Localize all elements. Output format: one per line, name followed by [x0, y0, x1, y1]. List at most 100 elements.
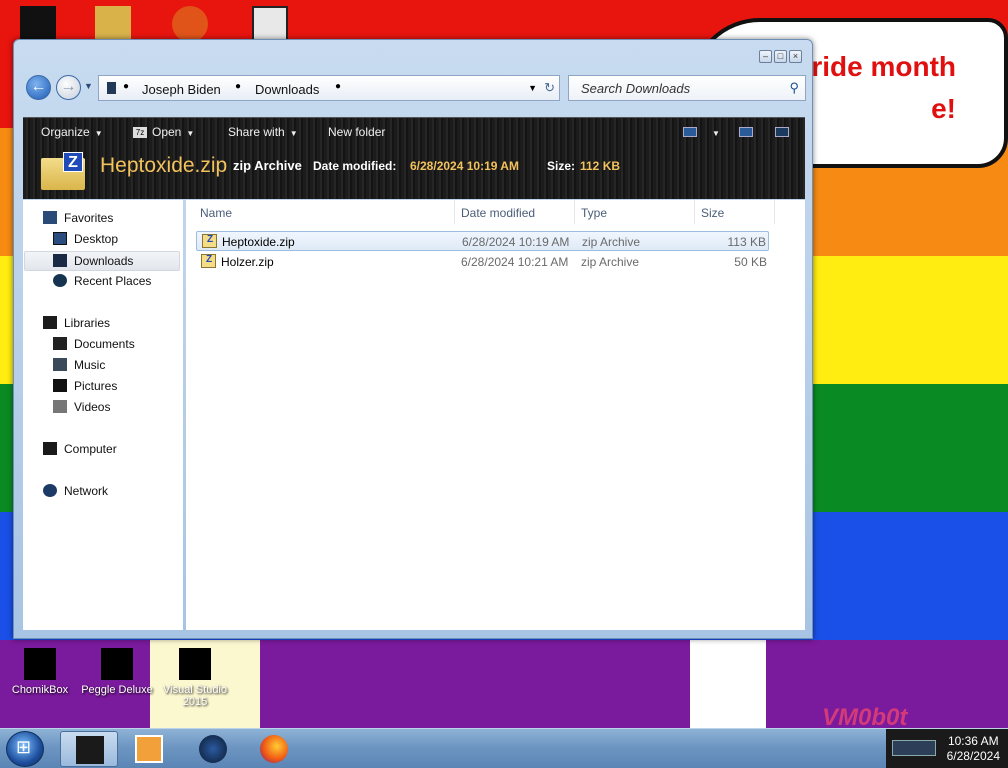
nav-videos[interactable]: Videos [53, 400, 110, 420]
taskbar-app-button[interactable] [184, 731, 242, 767]
nav-label: Libraries [64, 316, 111, 330]
desktop-icon-top[interactable] [252, 6, 288, 42]
nav-favorites[interactable]: Favorites [43, 211, 113, 231]
recent-pages-dropdown[interactable]: ▼ [84, 81, 93, 91]
file-row[interactable]: Holzer.zip 6/28/2024 10:21 AM zip Archiv… [196, 252, 769, 272]
nav-documents[interactable]: Documents [53, 337, 135, 357]
file-name: Heptoxide.zip [222, 235, 295, 249]
column-divider[interactable] [574, 200, 575, 224]
network-device-icon[interactable] [892, 740, 936, 756]
explorer-window[interactable]: – □ × ← → ▼ ● Joseph Biden ● Downloads ●… [13, 39, 813, 639]
explorer-icon [76, 736, 104, 764]
breadcrumb-user[interactable]: Joseph Biden [142, 82, 221, 97]
desktop-icon-chomikbox[interactable]: ChomikBox [0, 648, 80, 696]
recent-places-icon [53, 274, 67, 287]
file-size: 113 KB [727, 235, 766, 249]
nav-label: Network [64, 484, 109, 498]
organize-menu[interactable]: Organize ▼ [41, 125, 103, 139]
breadcrumb-downloads[interactable]: Downloads [255, 82, 319, 97]
file-name: Holzer.zip [221, 255, 274, 269]
nav-label: Music [74, 358, 106, 372]
new-folder-label: New folder [328, 125, 386, 139]
address-bar[interactable]: ● Joseph Biden ● Downloads ● ▼ ↻ [98, 75, 560, 101]
view-options-icon[interactable] [683, 127, 697, 137]
system-tray: 10:36 AM 6/28/2024 [886, 729, 1008, 768]
nav-computer[interactable]: Computer [43, 442, 117, 462]
file-row[interactable]: Heptoxide.zip 6/28/2024 10:19 AM zip Arc… [196, 231, 769, 251]
nav-music[interactable]: Music [53, 358, 105, 378]
taskbar-firefox-button[interactable] [245, 731, 303, 767]
column-divider[interactable] [694, 200, 695, 224]
column-header-type[interactable]: Type [581, 206, 607, 220]
back-button[interactable]: ← [26, 75, 51, 100]
nav-label: Recent Places [74, 274, 152, 288]
nav-pictures[interactable]: Pictures [53, 379, 117, 399]
taskbar-explorer-button[interactable] [60, 731, 118, 767]
media-player-icon [135, 735, 163, 763]
details-size-value: 112 KB [580, 159, 621, 173]
column-header-name[interactable]: Name [200, 206, 232, 220]
details-file-name: Heptoxide.zip [100, 154, 228, 177]
details-date-value: 6/28/2024 10:19 AM [410, 159, 519, 173]
details-date-label: Date modified: [313, 159, 397, 173]
help-icon[interactable] [775, 127, 789, 137]
maximize-button[interactable]: □ [774, 50, 787, 63]
chevron-down-icon: ▼ [94, 129, 103, 138]
file-type: zip Archive [581, 255, 640, 269]
desktop-icon-top[interactable] [95, 6, 131, 42]
nav-label: Favorites [64, 211, 114, 225]
open-button[interactable]: 7z Open ▼ [133, 125, 194, 139]
nav-downloads[interactable]: Downloads [24, 251, 180, 271]
nav-desktop[interactable]: Desktop [53, 232, 118, 252]
chevron-right-icon[interactable]: ● [235, 81, 241, 92]
share-with-menu[interactable]: Share with ▼ [228, 125, 298, 139]
chevron-down-icon: ▼ [186, 129, 195, 138]
desktop-icon-visual-studio[interactable]: Visual Studio 2015 [155, 648, 235, 708]
caption-buttons: – □ × [759, 50, 802, 63]
search-icon[interactable]: ⚲ [789, 80, 799, 96]
desktop-icon-peggle[interactable]: Peggle Deluxe [77, 648, 157, 696]
refresh-icon[interactable]: ↻ [544, 80, 555, 96]
downloads-icon [53, 254, 67, 267]
nav-network[interactable]: Network [43, 484, 108, 504]
desktop-icon-top[interactable] [20, 6, 56, 42]
firefox-icon [260, 735, 288, 763]
speech-bubble-text: ride month e! [811, 51, 956, 124]
nav-label: Videos [74, 400, 111, 414]
address-dropdown-icon[interactable]: ▼ [528, 83, 537, 93]
desktop-icon-top[interactable] [172, 6, 208, 42]
nav-recent-places[interactable]: Recent Places [53, 274, 151, 294]
view-options-dropdown[interactable]: ▼ [707, 125, 720, 139]
chevron-down-icon: ▼ [289, 129, 298, 138]
file-list[interactable]: Name Date modified Type Size Heptoxide.z… [186, 200, 805, 630]
taskbar: 10:36 AM 6/28/2024 [0, 728, 1008, 768]
column-header-date[interactable]: Date modified [461, 206, 535, 220]
chomikbox-icon [24, 648, 56, 680]
details-size-label: Size: [547, 159, 576, 173]
desktop-icon-label: Peggle Deluxe [81, 684, 153, 696]
minimize-button[interactable]: – [759, 50, 772, 63]
nav-libraries[interactable]: Libraries [43, 316, 110, 336]
preview-pane-icon[interactable] [739, 127, 753, 137]
videos-icon [53, 400, 67, 413]
forward-button[interactable]: → [56, 75, 81, 100]
visual-studio-icon [179, 648, 211, 680]
chevron-down-icon: ▼ [712, 129, 720, 138]
column-divider[interactable] [454, 200, 455, 224]
taskbar-media-player-button[interactable] [120, 731, 178, 767]
search-input[interactable] [581, 81, 771, 96]
column-header-size[interactable]: Size [701, 206, 724, 220]
nav-label: Desktop [74, 232, 119, 246]
desktop-icon-label: ChomikBox [11, 684, 69, 696]
computer-icon [107, 82, 116, 94]
chevron-right-icon[interactable]: ● [335, 81, 341, 92]
clock[interactable]: 10:36 AM 6/28/2024 [947, 734, 1000, 764]
close-button[interactable]: × [789, 50, 802, 63]
start-button[interactable] [6, 731, 44, 767]
command-and-details-pane: Organize ▼ 7z Open ▼ Share with ▼ New folder… [23, 117, 805, 199]
file-size: 50 KB [734, 255, 767, 269]
chevron-right-icon[interactable]: ● [123, 81, 129, 92]
column-divider[interactable] [774, 200, 775, 224]
search-box[interactable]: ⚲ [568, 75, 806, 101]
new-folder-button[interactable]: New folder [328, 125, 385, 139]
